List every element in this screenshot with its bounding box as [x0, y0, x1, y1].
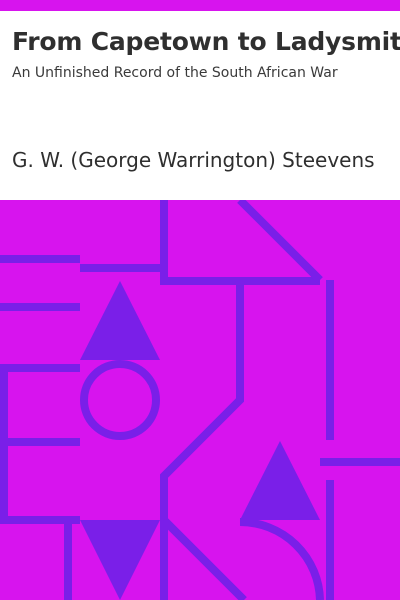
- title-block: From Capetown to Ladysmith An Unfinished…: [0, 11, 400, 200]
- cover-art-pattern: [0, 200, 400, 600]
- book-subtitle: An Unfinished Record of the South Africa…: [12, 65, 338, 81]
- book-title: From Capetown to Ladysmith: [12, 27, 400, 56]
- top-color-strip: [0, 0, 400, 11]
- book-author: G. W. (George Warrington) Steevens: [12, 148, 375, 172]
